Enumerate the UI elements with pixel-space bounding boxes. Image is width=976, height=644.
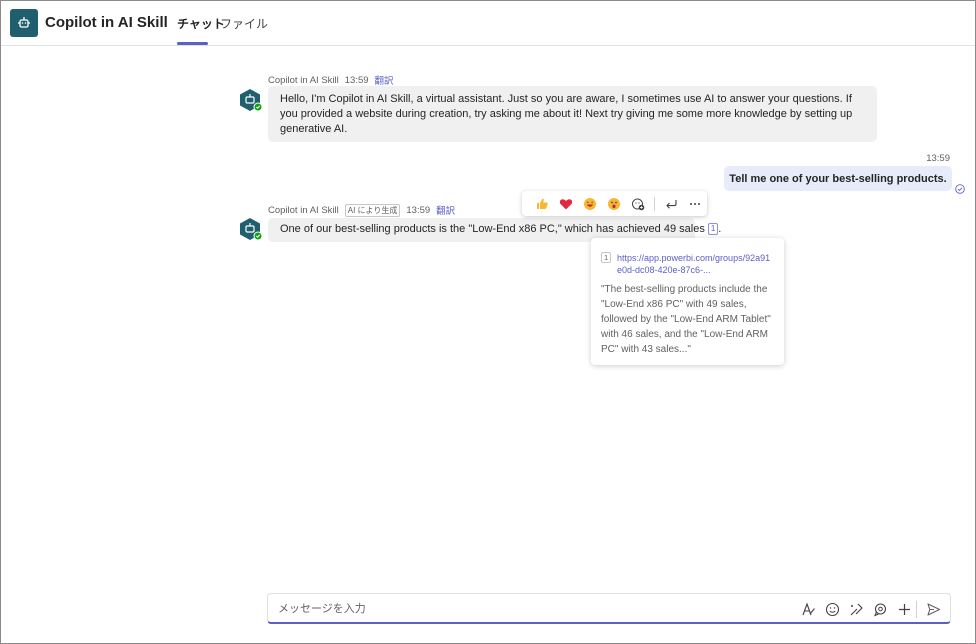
add-reaction-icon[interactable] — [626, 194, 650, 214]
reply-icon[interactable] — [659, 194, 683, 214]
app-window: Copilot in AI Skill チャット ファイル Copilot in… — [0, 0, 976, 644]
emoji-icon[interactable] — [824, 601, 840, 617]
timestamp: 13:59 — [344, 74, 369, 86]
sender-name: Copilot in AI Skill — [268, 204, 339, 216]
message-text: One of our best-selling products is the … — [280, 223, 705, 235]
citation-number: 1 — [601, 252, 612, 263]
translate-link[interactable]: 翻訳 — [375, 73, 394, 87]
timestamp: 13:59 — [406, 204, 431, 216]
bot-avatar[interactable] — [238, 88, 263, 112]
sender-name: Copilot in AI Skill — [268, 74, 339, 86]
divider — [916, 601, 917, 618]
message-meta: Copilot in AI Skill AI により生成 13:59 翻訳 — [268, 203, 455, 217]
compose-box — [267, 593, 951, 624]
message-input[interactable] — [278, 601, 758, 617]
translate-link[interactable]: 翻訳 — [436, 203, 455, 217]
message-text: Hello, I'm Copilot in AI Skill, a virtua… — [280, 93, 853, 135]
timestamp: 13:59 — [926, 153, 950, 164]
active-tab-indicator — [177, 42, 208, 45]
app-title: Copilot in AI Skill — [45, 14, 168, 31]
tab-files[interactable]: ファイル — [220, 15, 268, 32]
add-icon[interactable] — [896, 601, 912, 617]
sticker-icon[interactable] — [848, 601, 864, 617]
more-icon[interactable] — [683, 194, 707, 214]
bot-avatar[interactable] — [238, 217, 263, 241]
citation-link[interactable]: https://app.powerbi.com/groups/92a91e0d-… — [617, 252, 774, 276]
format-icon[interactable] — [800, 601, 816, 617]
like-icon[interactable] — [530, 194, 554, 214]
bot-message-bubble[interactable]: Hello, I'm Copilot in AI Skill, a virtua… — [268, 86, 877, 142]
ai-generated-badge: AI により生成 — [344, 203, 401, 217]
citation-card: 1 https://app.powerbi.com/groups/92a91e0… — [591, 238, 784, 365]
surprised-icon[interactable] — [602, 194, 626, 214]
user-message-bubble[interactable]: Tell me one of your best-selling product… — [724, 166, 952, 191]
send-icon[interactable] — [925, 601, 941, 617]
loop-icon[interactable] — [872, 601, 888, 617]
copilot-app-icon — [10, 9, 38, 37]
tab-chat[interactable]: チャット — [177, 15, 225, 32]
divider — [654, 196, 655, 211]
message-trailing: . — [718, 223, 722, 235]
citation-quote: "The best-selling products include the "… — [601, 284, 771, 355]
citation-badge[interactable]: 1 — [707, 223, 719, 235]
header: Copilot in AI Skill チャット ファイル — [1, 1, 975, 46]
laugh-icon[interactable] — [578, 194, 602, 214]
heart-icon[interactable] — [554, 194, 578, 214]
message-text: Tell me one of your best-selling product… — [729, 172, 947, 185]
sent-status-icon — [955, 181, 965, 194]
reaction-bar — [522, 191, 707, 216]
message-meta: Copilot in AI Skill 13:59 翻訳 — [268, 73, 394, 88]
